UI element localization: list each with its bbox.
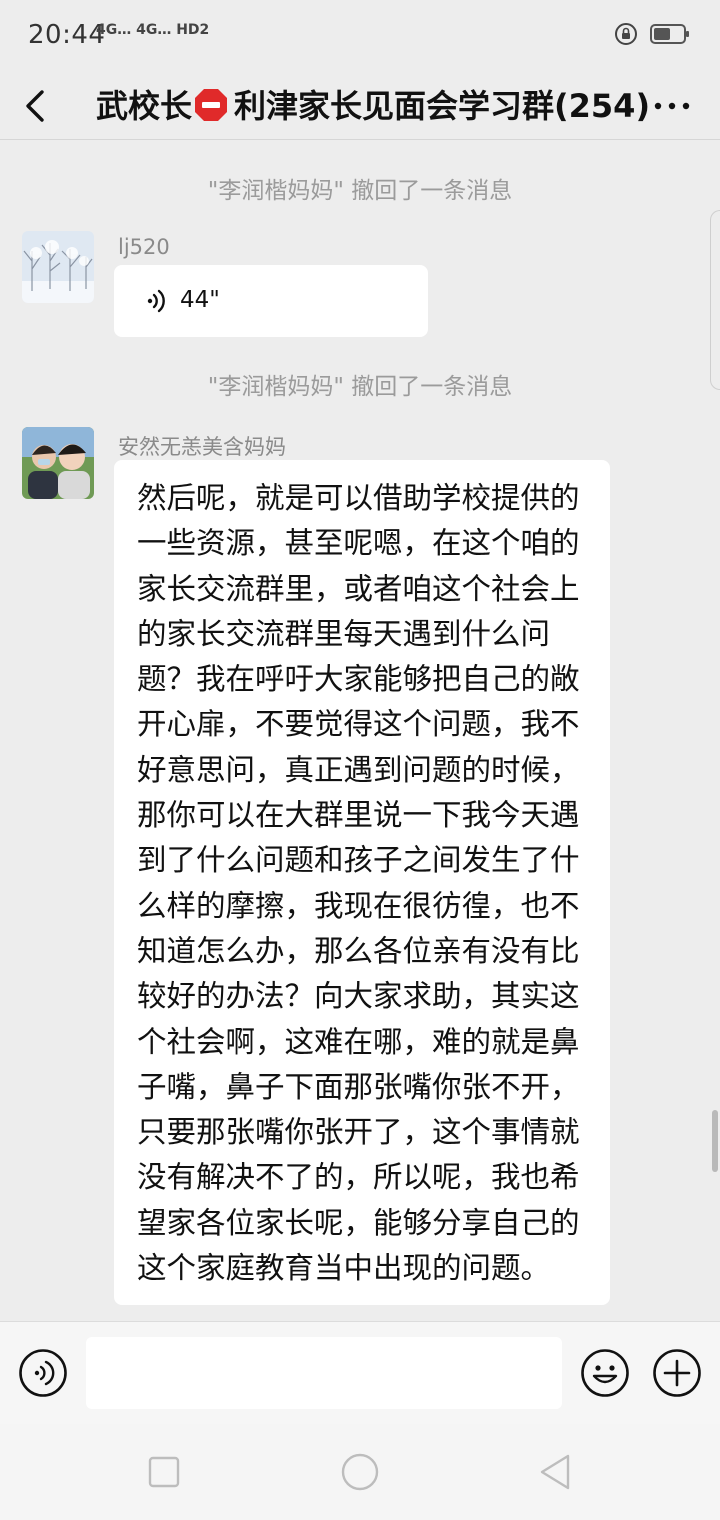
edge-panel-handle[interactable] bbox=[710, 210, 720, 390]
system-message-recalled: "李润楷妈妈" 撤回了一条消息 bbox=[207, 374, 513, 400]
chat-area[interactable]: "李润楷妈妈" 撤回了一条消息 lj520 44" "李润楷妈妈" 撤回了一条消… bbox=[0, 141, 720, 1321]
sender-name: lj520 bbox=[118, 235, 170, 259]
input-bar bbox=[0, 1321, 720, 1424]
voice-toggle-icon[interactable] bbox=[18, 1348, 68, 1398]
family-photo-avatar[interactable] bbox=[22, 427, 94, 499]
voice-message-bubble[interactable]: 44" bbox=[114, 265, 428, 337]
snowy-trees-avatar[interactable] bbox=[22, 231, 94, 303]
title-suffix: 利津家长见面会学习群(254) bbox=[234, 87, 651, 125]
voice-wave-icon bbox=[147, 289, 165, 313]
add-icon[interactable] bbox=[652, 1348, 702, 1398]
signal-indicators: 4G… 4G… HD2 bbox=[96, 22, 210, 38]
chat-title: 武校长 利津家长见面会学习群(254) bbox=[96, 76, 650, 136]
text-message-bubble[interactable]: 然后呢，就是可以借助学校提供的一些资源，甚至呢嗯，在这个咱的家长交流群里，或者咱… bbox=[114, 460, 610, 1306]
sender-name: 安然无恙美含妈妈 bbox=[118, 435, 286, 459]
emoji-icon[interactable] bbox=[580, 1348, 630, 1398]
status-icons bbox=[614, 22, 690, 46]
title-bar: 武校长 利津家长见面会学习群(254) bbox=[0, 72, 720, 140]
recents-icon[interactable] bbox=[146, 1454, 182, 1490]
home-icon[interactable] bbox=[340, 1452, 380, 1492]
message-input[interactable] bbox=[86, 1337, 562, 1409]
status-bar: 20:44 4G… 4G… HD2 bbox=[0, 0, 720, 72]
voice-duration: 44" bbox=[180, 287, 220, 313]
scrollbar[interactable] bbox=[712, 1110, 718, 1172]
status-time: 20:44 bbox=[28, 20, 106, 50]
back-arrow-icon[interactable] bbox=[16, 82, 56, 130]
navigation-bar bbox=[0, 1424, 720, 1520]
battery-icon bbox=[650, 24, 689, 44]
more-dots-icon[interactable] bbox=[650, 90, 694, 122]
stop-sign-icon bbox=[195, 89, 228, 121]
title-prefix: 武校长 bbox=[96, 87, 193, 125]
lock-rotation-icon bbox=[615, 23, 637, 45]
system-message-recalled: "李润楷妈妈" 撤回了一条消息 bbox=[207, 178, 513, 204]
back-icon[interactable] bbox=[536, 1452, 576, 1492]
